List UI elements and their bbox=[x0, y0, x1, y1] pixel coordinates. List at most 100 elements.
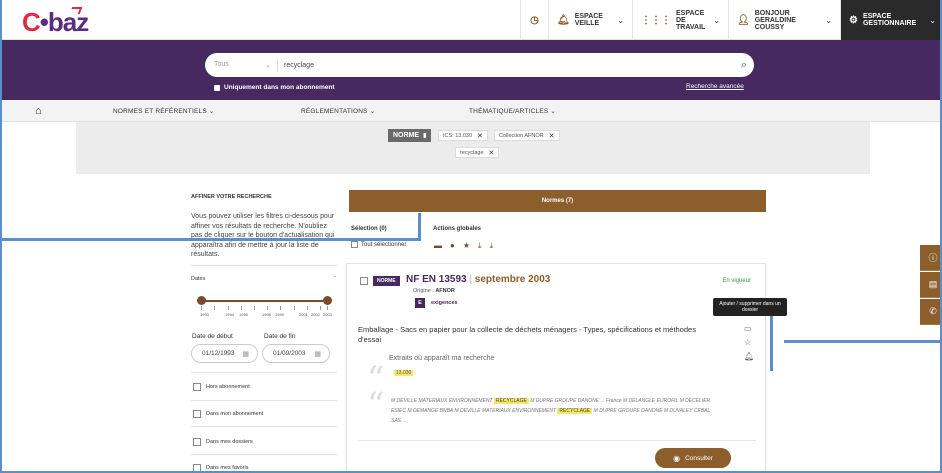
result-origin-label: Origine : bbox=[413, 288, 434, 294]
star-icon[interactable]: ★ bbox=[463, 241, 470, 251]
user-menu[interactable]: 👤︎ BONJOUR GERALDINE COUSSY ⌄ bbox=[728, 0, 840, 40]
nav-item-normes[interactable]: NORMES ET RÉFÉRENTIELS ⌄ bbox=[113, 107, 215, 115]
checkbox-box[interactable] bbox=[351, 241, 358, 248]
side-tab-chat[interactable]: ▤ bbox=[920, 272, 940, 298]
nav-item-reglementations-label: RÉGLEMENTATIONS bbox=[301, 108, 368, 115]
filter-dans-favoris[interactable]: Dans mes favoris bbox=[193, 464, 249, 471]
subscription-only-label: Uniquement dans mon abonnement bbox=[224, 84, 335, 91]
close-icon[interactable]: ✕ bbox=[489, 149, 495, 157]
start-date-value: 01/12/1993 bbox=[202, 350, 235, 357]
global-actions-label: Actions globales bbox=[433, 226, 482, 232]
star-icon[interactable]: ☆ bbox=[744, 338, 754, 347]
main-nav: ⌂ NORMES ET RÉFÉRENTIELS ⌄ RÉGLEMENTATIO… bbox=[2, 100, 940, 122]
filter-dans-dossiers-label: Dans mes dossiers bbox=[206, 439, 253, 445]
espace-travail-menu[interactable]: ⋮⋮⋮ ESPACE DE TRAVAIL ⌄ bbox=[632, 0, 728, 40]
tick-label: 2003 bbox=[323, 312, 332, 317]
home-icon[interactable]: ⌂ bbox=[35, 105, 42, 117]
calendar-icon[interactable]: ▦ bbox=[314, 350, 321, 358]
side-tab-phone[interactable]: ✆ bbox=[920, 299, 940, 325]
tick-label: 1993 bbox=[200, 312, 209, 317]
date-range-slider-end-handle[interactable] bbox=[323, 296, 332, 305]
date-range-slider-track[interactable] bbox=[201, 300, 327, 302]
espace-veille-menu[interactable]: 🔔︎ ESPACE VEILLE ⌄ bbox=[548, 0, 632, 40]
search-scope-value: Tous bbox=[214, 61, 229, 68]
end-date-value: 01/09/2003 bbox=[273, 350, 306, 357]
end-date-label: Date de fin bbox=[264, 333, 296, 340]
bell-icon[interactable]: 🔔︎ bbox=[744, 352, 754, 361]
close-icon[interactable]: ✕ bbox=[549, 132, 555, 140]
start-date-field[interactable]: 01/12/1993 ▦ bbox=[191, 344, 258, 363]
export-icon[interactable]: ⤓ bbox=[490, 241, 494, 251]
select-all-checkbox[interactable]: Tout sélectionner bbox=[351, 241, 406, 248]
result-select-checkbox[interactable] bbox=[360, 277, 368, 285]
checkbox-box[interactable] bbox=[214, 84, 220, 91]
search-band: Tous ⌄ recyclage ⌕ Uniquement dans mon a… bbox=[2, 40, 940, 100]
tick-label: 1998 bbox=[262, 312, 271, 317]
annotation-line bbox=[770, 316, 773, 371]
dates-label: Dates bbox=[191, 275, 206, 282]
chevron-down-icon: ⌄ bbox=[929, 15, 936, 25]
chip-ics[interactable]: ICS: 13.030 ✕ bbox=[438, 130, 488, 141]
download-icon[interactable]: ⤓ bbox=[478, 241, 482, 251]
chip-norme[interactable]: NORME ▮ bbox=[388, 129, 432, 142]
espace-veille-label: ESPACE VEILLE bbox=[574, 13, 603, 27]
search-scope-select[interactable]: Tous ⌄ bbox=[205, 61, 277, 69]
search-icon[interactable]: ⌕ bbox=[734, 59, 754, 72]
date-range-ticks: 1993 1994 1995 1998 1999 2001 2002 2003 bbox=[200, 306, 332, 317]
subscription-only-checkbox[interactable]: Uniquement dans mon abonnement bbox=[214, 84, 335, 91]
extract-label: Extraits où apparaît ma recherche bbox=[389, 355, 495, 362]
tick-label: 1995 bbox=[239, 312, 248, 317]
start-date-label: Date de début bbox=[192, 333, 233, 340]
consult-button[interactable]: ◉ Consulter bbox=[655, 448, 731, 468]
date-range-slider-start-handle[interactable] bbox=[197, 296, 206, 305]
folder-icon[interactable]: ▭ bbox=[744, 324, 754, 333]
active-filters-panel: NORME ▮ ICS: 13.030 ✕ Collection AFNOR ✕ r… bbox=[76, 122, 870, 174]
calendar-icon[interactable]: ▦ bbox=[242, 350, 249, 358]
chevron-down-icon: ⌄ bbox=[617, 15, 624, 25]
top-bar: C•baz ◷ 🔔︎ ESPACE VEILLE ⌄ ⋮⋮⋮ ESPACE DE… bbox=[2, 0, 940, 40]
nav-item-reglementations[interactable]: RÉGLEMENTATIONS ⌄ bbox=[301, 107, 375, 115]
result-title[interactable]: Emballage - Sacs en papier pour la colle… bbox=[358, 325, 710, 345]
end-date-field[interactable]: 01/09/2003 ▦ bbox=[262, 344, 330, 363]
chip-recyclage-label: recyclage bbox=[460, 149, 484, 156]
folder-icon[interactable]: ▬ bbox=[434, 241, 442, 251]
nav-item-normes-label: NORMES ET RÉFÉRENTIELS bbox=[113, 108, 207, 115]
filter-dans-abonnement[interactable]: Dans mon abonnement bbox=[193, 410, 263, 418]
checkbox-box[interactable] bbox=[193, 464, 201, 471]
close-icon[interactable]: ✕ bbox=[477, 132, 483, 140]
result-origin: Origine : AFNOR bbox=[413, 288, 455, 294]
grid-icon: ⋮⋮⋮ bbox=[641, 14, 671, 26]
divider bbox=[191, 372, 337, 373]
result-ref-number: NF EN 13593 bbox=[406, 274, 467, 285]
user-greeting: BONJOUR GERALDINE COUSSY bbox=[755, 10, 822, 31]
search-input[interactable]: recyclage bbox=[284, 62, 734, 69]
filter-dans-dossiers[interactable]: Dans mes dossiers bbox=[193, 438, 253, 446]
result-reference[interactable]: NF EN 13593 | septembre 2003 bbox=[406, 274, 550, 285]
select-all-label: Tout sélectionner bbox=[361, 241, 407, 248]
bell-icon[interactable]: ● bbox=[450, 241, 455, 251]
refine-title: AFFINER VOTRE RECHERCHE bbox=[191, 194, 272, 200]
chip-collection[interactable]: Collection AFNOR ✕ bbox=[494, 130, 560, 141]
result-type-tag: NORME bbox=[373, 276, 400, 286]
dates-header[interactable]: Dates ⌃ bbox=[191, 276, 337, 282]
espace-gestionnaire-menu[interactable]: ⚙ ESPACE GESTIONNAIRE ⌄ bbox=[840, 0, 940, 40]
ics-highlight: 13.030 bbox=[394, 370, 414, 376]
quote-icon: “ bbox=[367, 385, 385, 425]
divider bbox=[358, 440, 756, 441]
filter-hors-abonnement[interactable]: Hors abonnement bbox=[193, 383, 250, 391]
results-header: Normes (7) bbox=[349, 190, 766, 212]
annotation-line bbox=[418, 213, 421, 241]
nav-item-thematique[interactable]: THÉMATIQUE/ARTICLES ⌄ bbox=[469, 107, 556, 115]
side-tab-info[interactable]: ⓘ bbox=[920, 245, 940, 271]
lock-icon: ▮ bbox=[423, 133, 427, 139]
checkbox-box[interactable] bbox=[193, 410, 201, 418]
info-icon: ⓘ bbox=[928, 253, 938, 263]
espace-travail-label: ESPACE DE TRAVAIL bbox=[676, 9, 706, 31]
history-button[interactable]: ◷ bbox=[520, 0, 548, 40]
chip-recyclage[interactable]: recyclage ✕ bbox=[455, 147, 500, 158]
checkbox-box[interactable] bbox=[193, 383, 201, 391]
advanced-search-link[interactable]: Recherche avancée bbox=[686, 83, 744, 90]
checkbox-box[interactable] bbox=[193, 438, 201, 446]
search-bar: Tous ⌄ recyclage ⌕ bbox=[205, 53, 754, 77]
nav-item-thematique-label: THÉMATIQUE/ARTICLES bbox=[469, 108, 549, 115]
